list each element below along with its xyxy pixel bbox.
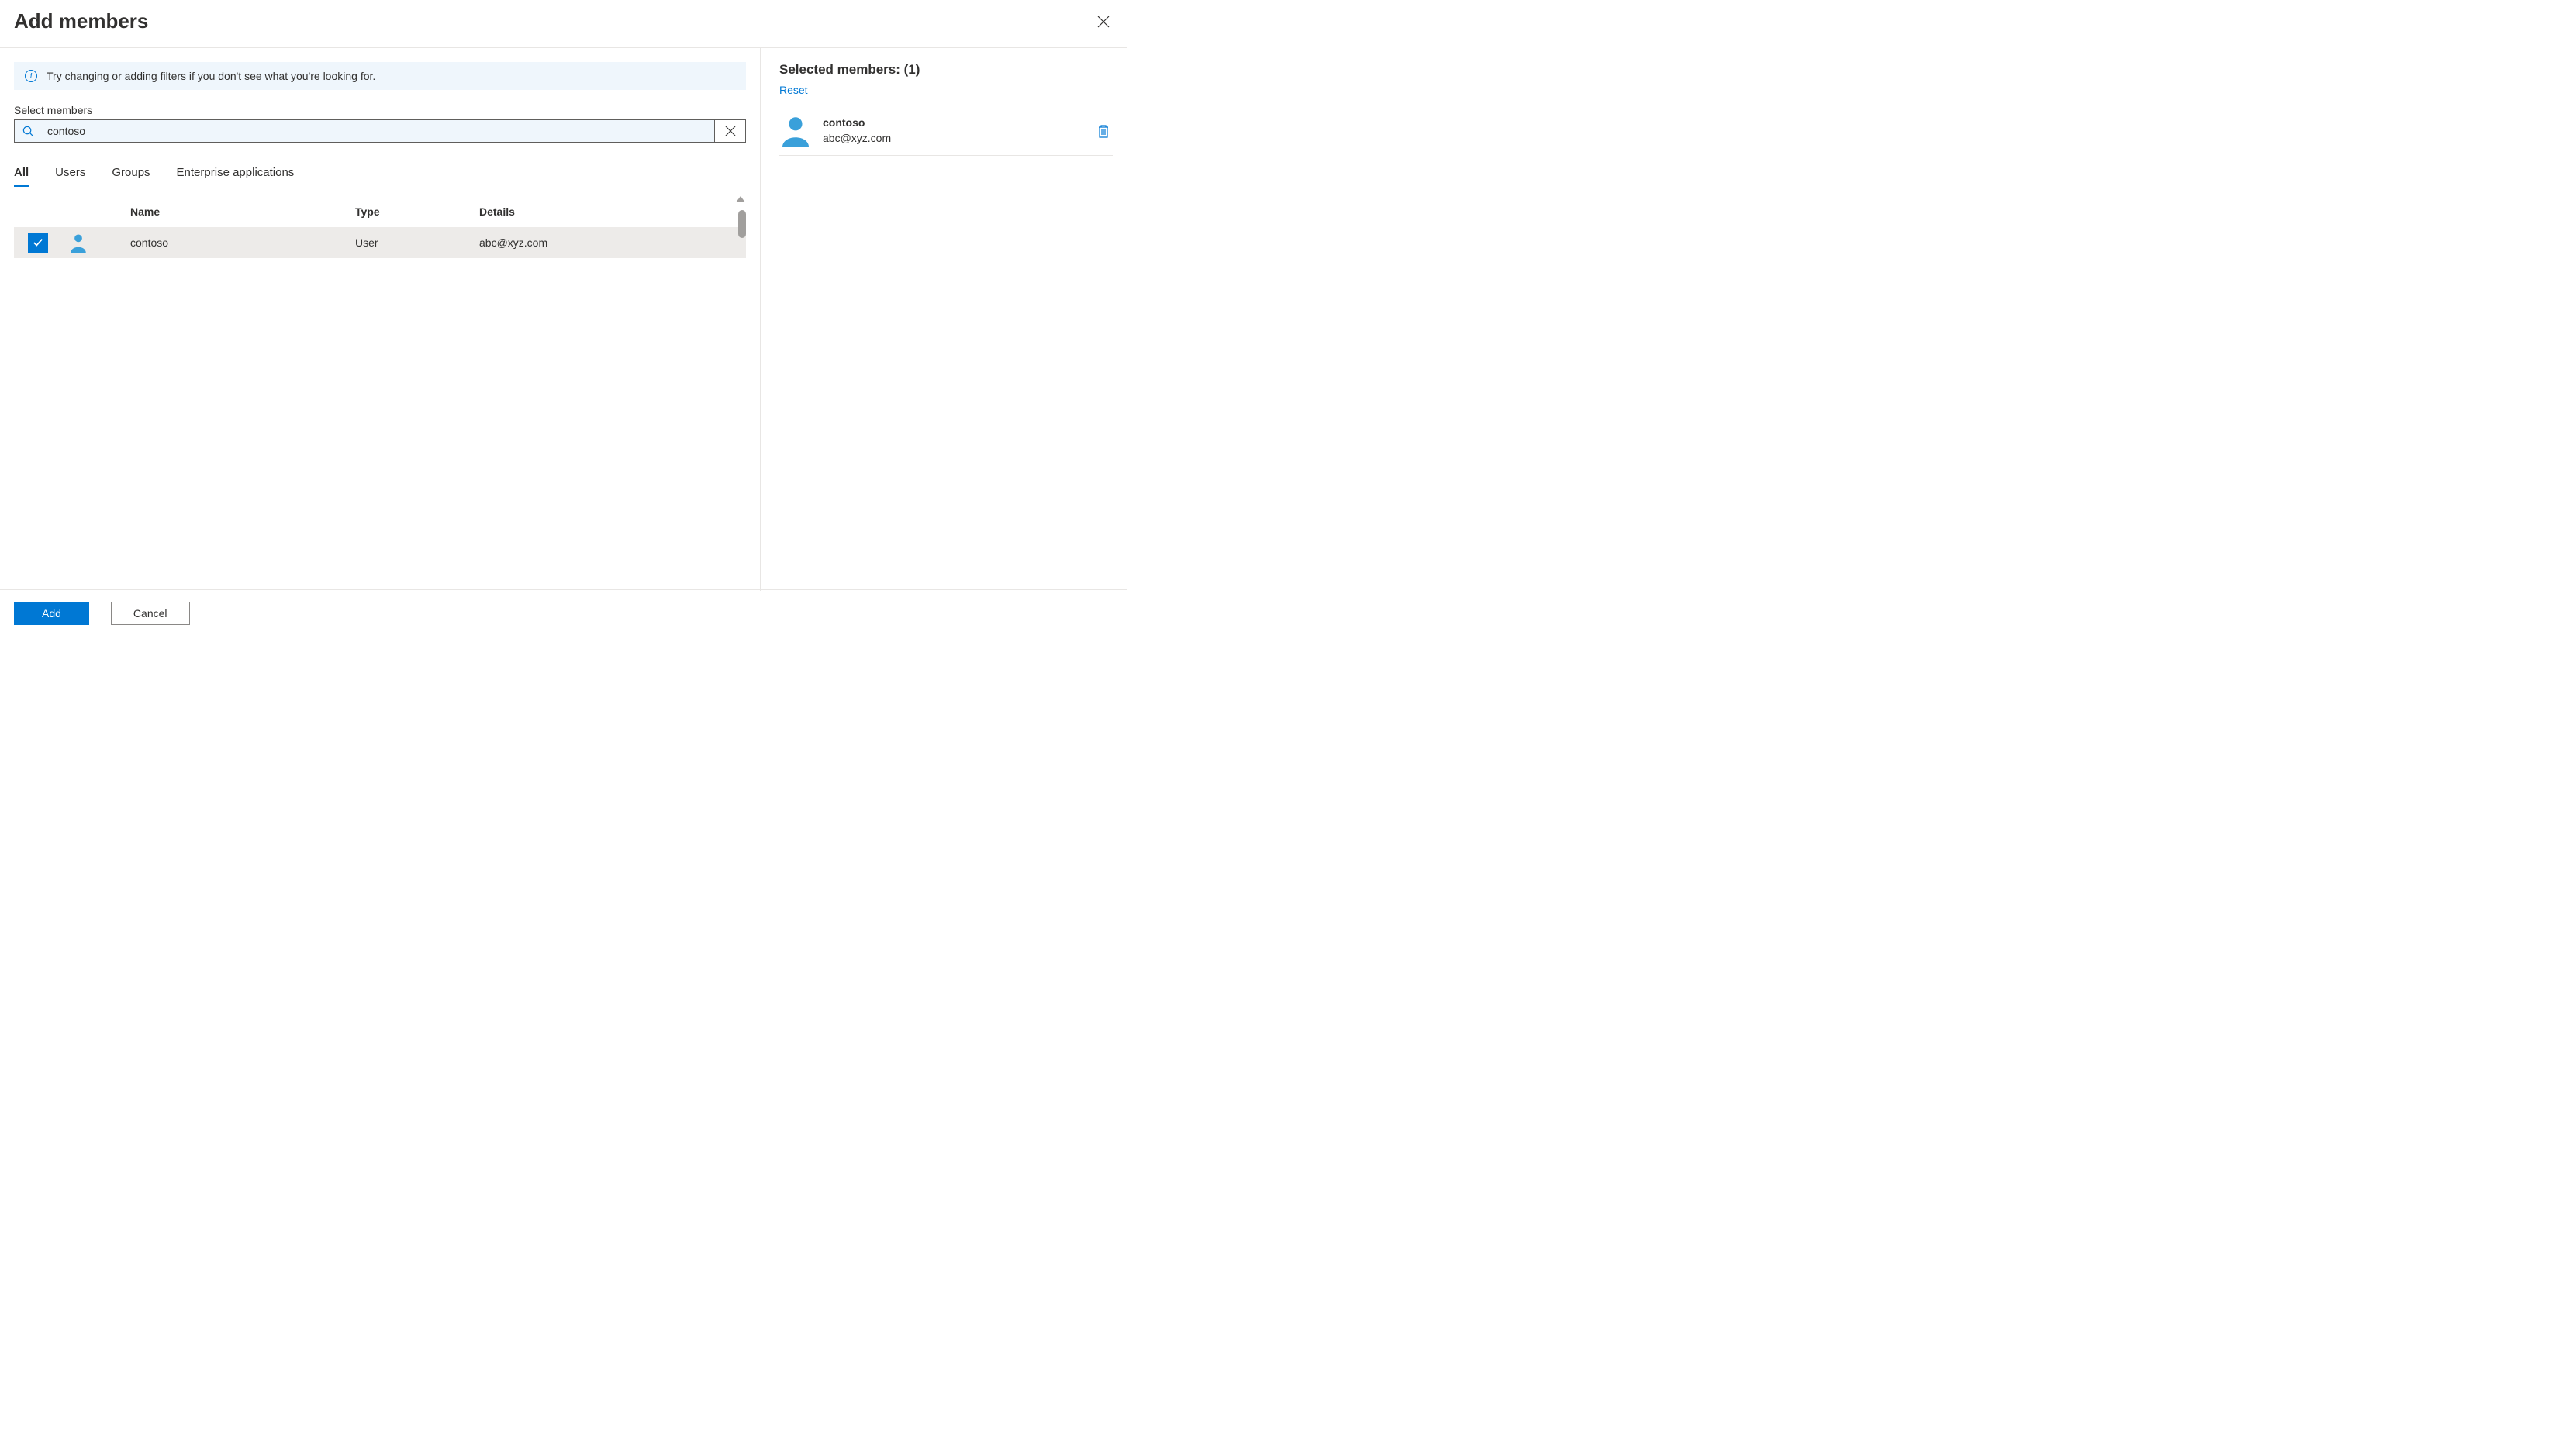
clear-search-button[interactable] [714,120,745,142]
selected-members-title: Selected members: (1) [779,62,1113,78]
selected-pane: Selected members: (1) Reset contoso abc@… [760,48,1127,591]
column-headers: Name Type Details [14,196,746,227]
scroll-thumb[interactable] [738,210,746,238]
tab-all[interactable]: All [14,163,29,185]
search-label: Select members [14,104,746,116]
results-area: Name Type Details contoso User [14,196,746,591]
reset-link[interactable]: Reset [779,84,808,96]
clear-icon [725,126,736,136]
trash-icon [1097,124,1110,138]
scrollbar[interactable] [735,196,746,591]
info-icon: i [25,70,37,82]
user-icon [68,233,88,253]
cancel-button[interactable]: Cancel [111,602,190,625]
row-checkbox[interactable] [28,233,48,253]
add-button[interactable]: Add [14,602,89,625]
result-row[interactable]: contoso User abc@xyz.com [14,227,746,258]
selected-item-detail: abc@xyz.com [823,131,1083,147]
close-icon [1097,16,1110,28]
search-box [14,119,746,143]
selected-item-name: contoso [823,116,1083,131]
info-banner: i Try changing or adding filters if you … [14,62,746,90]
selected-title-text: Selected members: [779,62,904,77]
tab-enterprise-applications[interactable]: Enterprise applications [177,163,295,185]
tab-users[interactable]: Users [55,163,85,185]
col-details: Details [479,205,746,218]
user-icon [779,115,812,147]
row-type: User [355,236,479,249]
selected-member-item: contoso abc@xyz.com [779,107,1113,156]
footer: Add Cancel [0,589,1127,636]
close-button[interactable] [1094,12,1113,31]
row-details: abc@xyz.com [479,236,746,249]
search-pane: i Try changing or adding filters if you … [0,48,760,591]
remove-selected-button[interactable] [1094,121,1113,141]
page-title: Add members [14,9,148,33]
scroll-up-arrow-icon [736,196,745,202]
panel-header: Add members [0,0,1127,48]
selected-count: (1) [904,62,920,77]
col-name: Name [130,205,355,218]
search-input[interactable] [41,120,714,142]
info-text: Try changing or adding filters if you do… [47,70,375,82]
check-icon [33,237,43,248]
col-type: Type [355,205,479,218]
search-icon [15,120,41,142]
row-name: contoso [130,236,355,249]
tab-bar: All Users Groups Enterprise applications [14,163,746,185]
tab-groups[interactable]: Groups [112,163,150,185]
